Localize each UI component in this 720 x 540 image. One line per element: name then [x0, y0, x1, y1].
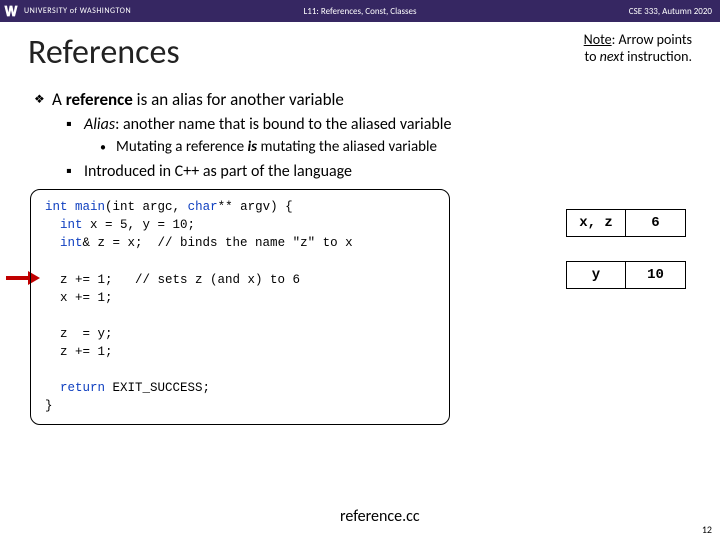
slide-header: UNIVERSITY of WASHINGTON L11: References…	[0, 0, 720, 22]
bullet-text: Alias: another name that is bound to the…	[84, 115, 451, 134]
bullet-l2: ▪ Introduced in C++ as part of the langu…	[66, 162, 690, 181]
slide-title: References	[28, 32, 180, 73]
bullet-dot-icon: •	[100, 138, 116, 158]
bullet-square-icon: ▪	[66, 115, 84, 134]
uw-logo-icon	[0, 0, 22, 22]
bullet-l2: ▪ Alias: another name that is bound to t…	[66, 115, 690, 134]
note-underline: Note	[584, 31, 612, 48]
memory-var: x, z	[566, 209, 626, 237]
content-area: ❖ A reference is an alias for another va…	[0, 79, 720, 181]
bullet-diamond-icon: ❖	[34, 89, 52, 111]
memory-var: y	[566, 261, 626, 289]
lecture-title: L11: References, Const, Classes	[304, 6, 417, 17]
bullet-text: A reference is an alias for another vari…	[52, 89, 344, 111]
course-code: CSE 333, Autumn 2020	[629, 6, 712, 17]
memory-val: 6	[626, 209, 686, 237]
lower-area: int main(int argc, char** argv) { int x …	[0, 189, 720, 425]
bullet-text: Mutating a reference is mutating the ali…	[116, 138, 437, 158]
code-block: int main(int argc, char** argv) { int x …	[30, 189, 450, 425]
filename-label: reference.cc	[340, 507, 420, 526]
page-number: 12	[702, 523, 712, 536]
bullet-square-icon: ▪	[66, 162, 84, 181]
memory-diagram: x, z 6 y 10	[566, 209, 686, 313]
bullet-text: Introduced in C++ as part of the languag…	[84, 162, 352, 181]
note-text: Note: Arrow points to next instruction.	[584, 32, 692, 66]
memory-val: 10	[626, 261, 686, 289]
memory-row: x, z 6	[566, 209, 686, 237]
memory-row: y 10	[566, 261, 686, 289]
bullet-l3: • Mutating a reference is mutating the a…	[100, 138, 690, 158]
title-row: References Note: Arrow points to next in…	[0, 22, 720, 79]
bullet-l1: ❖ A reference is an alias for another va…	[34, 89, 690, 111]
university-name: UNIVERSITY of WASHINGTON	[24, 6, 131, 16]
